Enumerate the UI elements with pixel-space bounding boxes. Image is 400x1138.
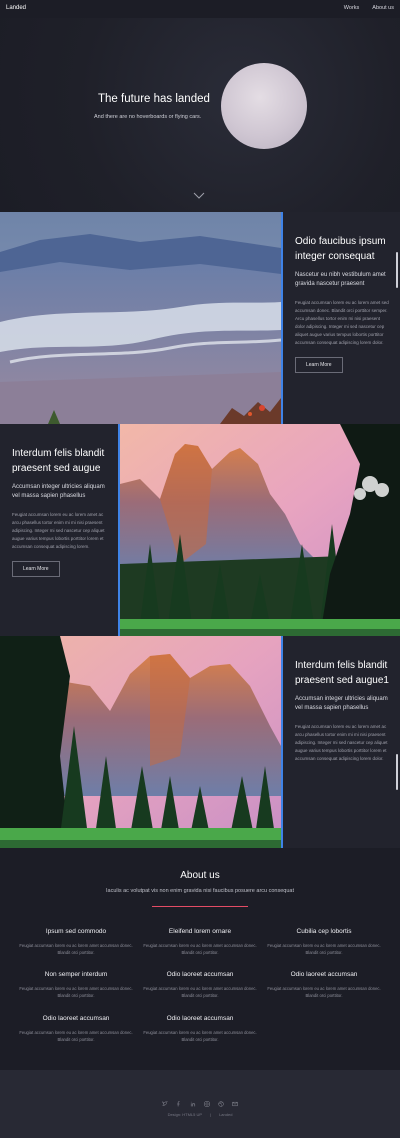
separator: | <box>210 1112 212 1117</box>
feature-item: Ipsum sed commodo Feugiat accumsan lorem… <box>14 928 138 956</box>
feature-description: Feugiat accumsan lorem eu ac lorem amet … <box>267 986 381 998</box>
instagram-icon[interactable] <box>204 1094 210 1107</box>
feature-description: Feugiat accumsan lorem eu ac lorem amet … <box>19 1030 133 1042</box>
feature-title: Non semper interdum <box>44 971 108 978</box>
feature-title: Ipsum sed commodo <box>45 928 107 935</box>
spotlight-3-image <box>0 636 281 848</box>
spotlight-subtitle: Accumsan integer ultricies aliquam vel m… <box>295 696 388 711</box>
spotlight-2-content: Interdum felis blandit praesent sed augu… <box>0 424 119 636</box>
footer-copyright: Design: HTML5 UP | Landed <box>0 1112 400 1117</box>
learn-more-button[interactable]: Learn More <box>12 561 60 577</box>
learn-more-button[interactable]: Learn More <box>295 357 343 373</box>
feature-item: Odio laoreet accumsan Feugiat accumsan l… <box>14 1015 138 1043</box>
feature-title: Odio laoreet accumsan <box>42 1015 110 1022</box>
dribbble-icon[interactable] <box>218 1094 224 1107</box>
about-section: About us Iaculis ac volutpat vis non eni… <box>0 848 400 1070</box>
feature-title: Cubilia cep lobortis <box>296 928 352 935</box>
spotlight-body: Feugiat accumsan lorem eu ac lorem amet … <box>295 300 389 345</box>
design-credit[interactable]: Design: HTML5 UP <box>168 1112 202 1117</box>
spotlight-subtitle: Accumsan integer ultricies aliquam vel m… <box>12 484 105 499</box>
about-subtitle: Iaculis ac volutpat vis non enim gravida… <box>105 888 295 894</box>
hero-subtitle: And there are no hoverboards or flying c… <box>94 114 202 120</box>
spotlight-1-content: Odio faucibus ipsum integer consequat Na… <box>283 212 400 424</box>
feature-description: Feugiat accumsan lorem eu ac lorem amet … <box>143 986 257 998</box>
spotlight-subtitle: Nascetur eu nibh vestibulum amet gravida… <box>295 272 386 287</box>
hero-banner: The future has landed And there are no h… <box>0 18 400 212</box>
about-title: About us <box>180 870 220 881</box>
spotlight-title: Interdum felis blandit praesent sed augu… <box>12 448 105 474</box>
feature-item: Odio laoreet accumsan Feugiat accumsan l… <box>262 971 386 999</box>
chevron-down-icon[interactable] <box>193 192 205 200</box>
nav-item-works[interactable]: Works <box>344 5 359 11</box>
feature-item: Odio laoreet accumsan Feugiat accumsan l… <box>138 971 262 999</box>
envelope-icon[interactable] <box>232 1094 238 1107</box>
feature-description: Feugiat accumsan lorem eu ac lorem amet … <box>19 986 133 998</box>
linkedin-icon[interactable] <box>190 1094 196 1107</box>
spotlight-2: Interdum felis blandit praesent sed augu… <box>0 424 400 636</box>
feature-title: Eleifend lorem ornare <box>168 928 232 935</box>
copyright-text: Landed <box>219 1112 233 1117</box>
footer: Design: HTML5 UP | Landed <box>0 1070 400 1138</box>
spotlight-title: Interdum felis blandit praesent sed augu… <box>295 660 389 686</box>
spotlight-title: Odio faucibus ipsum integer consequat <box>295 236 386 262</box>
spotlight-3: Interdum felis blandit praesent sed augu… <box>0 636 400 848</box>
divider <box>152 906 248 907</box>
feature-item: Odio laoreet accumsan Feugiat accumsan l… <box>138 1015 262 1043</box>
hero-image <box>221 63 307 149</box>
spotlight-1-image <box>0 212 281 424</box>
hero-title: The future has landed <box>98 93 210 105</box>
feature-title: Odio laoreet accumsan <box>166 971 234 978</box>
feature-description: Feugiat accumsan lorem eu ac lorem amet … <box>19 943 133 955</box>
facebook-icon[interactable] <box>176 1094 182 1107</box>
feature-item: Cubilia cep lobortis Feugiat accumsan lo… <box>262 928 386 956</box>
feature-description: Feugiat accumsan lorem eu ac lorem amet … <box>267 943 381 955</box>
feature-description: Feugiat accumsan lorem eu ac lorem amet … <box>143 1030 257 1042</box>
feature-item: Eleifend lorem ornare Feugiat accumsan l… <box>138 928 262 956</box>
spotlight-2-image <box>120 424 400 636</box>
feature-description: Feugiat accumsan lorem eu ac lorem amet … <box>143 943 257 955</box>
top-navbar: Landed Works About us <box>0 0 400 18</box>
spotlight-body: Feugiat accumsan lorem eu ac lorem amet … <box>295 724 388 761</box>
nav-item-about[interactable]: About us <box>372 5 394 11</box>
brand-logo[interactable]: Landed <box>6 5 26 11</box>
twitter-icon[interactable] <box>162 1094 168 1106</box>
feature-title: Odio laoreet accumsan <box>166 1015 234 1022</box>
feature-item: Non semper interdum Feugiat accumsan lor… <box>14 971 138 999</box>
spotlight-3-content: Interdum felis blandit praesent sed augu… <box>283 636 400 848</box>
spotlight-body: Feugiat accumsan lorem eu ac lorem amet … <box>12 512 105 549</box>
spotlight-1: Odio faucibus ipsum integer consequat Na… <box>0 212 400 424</box>
feature-title: Odio laoreet accumsan <box>290 971 358 978</box>
social-icons <box>0 1094 400 1107</box>
nav-menu: Works About us <box>344 5 394 11</box>
